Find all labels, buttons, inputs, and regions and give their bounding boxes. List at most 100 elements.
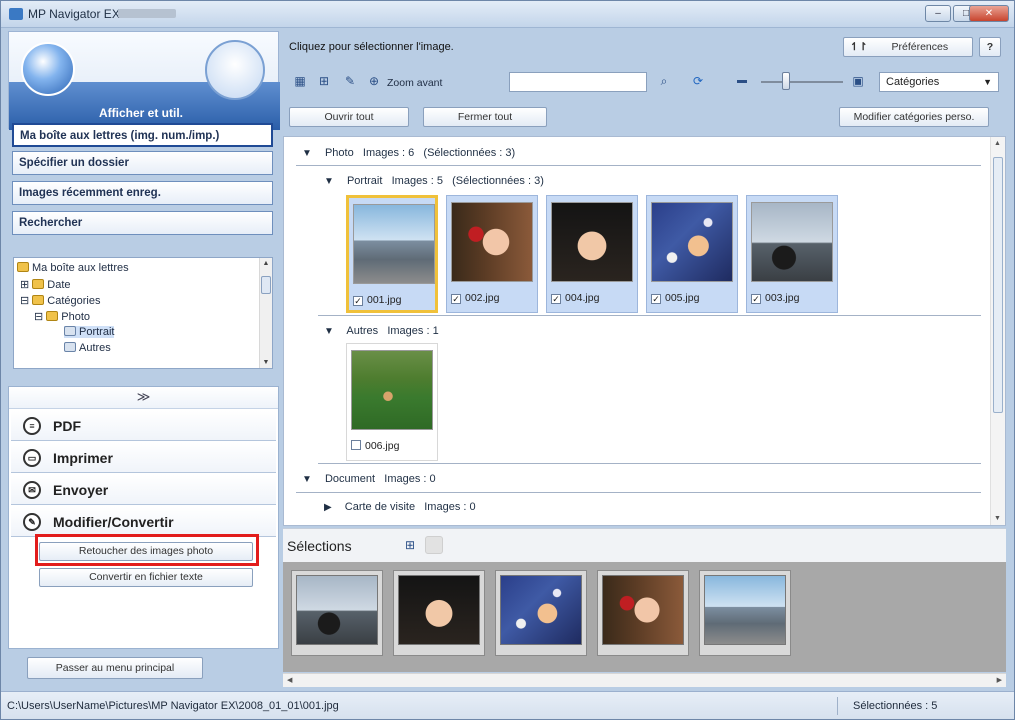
category-select[interactable]: Catégories ▼ bbox=[879, 72, 999, 92]
selection-thumbnail[interactable] bbox=[393, 570, 485, 656]
selection-image[interactable] bbox=[602, 575, 684, 645]
thumbnail-image[interactable] bbox=[351, 350, 433, 430]
tree-item-portrait[interactable]: Portrait bbox=[64, 326, 115, 338]
thumbnail-image[interactable] bbox=[551, 202, 633, 282]
thumbnail-checkbox[interactable] bbox=[351, 440, 361, 450]
thumbnail-filename: 006.jpg bbox=[365, 440, 400, 452]
thumbnail-card[interactable]: ✓ 004.jpg bbox=[546, 195, 638, 313]
main-menu-button[interactable]: Passer au menu principal bbox=[27, 657, 203, 679]
slider-handle[interactable] bbox=[782, 72, 790, 90]
thumbnail-card[interactable]: 006.jpg bbox=[346, 343, 438, 461]
nav-specify-folder[interactable]: Spécifier un dossier bbox=[12, 151, 273, 175]
monitor-icon[interactable] bbox=[205, 40, 265, 100]
nav-mailbox[interactable]: Ma boîte aux lettres (img. num./imp.) bbox=[12, 123, 273, 147]
close-button[interactable]: ✕ bbox=[969, 5, 1009, 22]
expand-triangle-icon[interactable]: ▼ bbox=[324, 176, 334, 187]
scroll-up-arrow-icon[interactable]: ▲ bbox=[994, 140, 1001, 147]
thumbnail-checkbox[interactable]: ✓ bbox=[451, 294, 461, 304]
thumbnail-checkbox[interactable]: ✓ bbox=[353, 296, 363, 306]
group-header-photo[interactable]: ▼ Photo Images : 6 (Sélectionnées : 3) bbox=[302, 147, 515, 159]
group-header-autres[interactable]: ▼ Autres Images : 1 bbox=[324, 325, 439, 337]
nav-search[interactable]: Rechercher bbox=[12, 211, 273, 235]
thumbnail-card[interactable]: ✓ 001.jpg bbox=[346, 195, 438, 313]
collapse-icon[interactable]: ⊟ bbox=[34, 311, 43, 323]
selections-scrollbar[interactable]: ◀ ▶ bbox=[283, 673, 1006, 687]
group-header-document[interactable]: ▼ Document Images : 0 bbox=[302, 473, 436, 485]
thumbnail-image[interactable] bbox=[353, 204, 435, 284]
large-thumbnail-icon[interactable]: ▣ bbox=[849, 72, 867, 90]
thumbnail-image[interactable] bbox=[751, 202, 833, 282]
tag-icon[interactable]: ✎ bbox=[341, 72, 359, 90]
modify-categories-button[interactable]: Modifier catégories perso. bbox=[839, 107, 989, 127]
selection-image[interactable] bbox=[398, 575, 480, 645]
scroll-thumb[interactable] bbox=[261, 276, 271, 294]
thumbnail-checkbox[interactable]: ✓ bbox=[551, 294, 561, 304]
expand-triangle-icon[interactable]: ▼ bbox=[324, 326, 334, 337]
photo-folder-icon bbox=[64, 326, 76, 336]
group-header-portrait[interactable]: ▼ Portrait Images : 5 (Sélectionnées : 3… bbox=[324, 175, 544, 187]
expand-triangle-icon[interactable]: ▼ bbox=[302, 148, 312, 159]
expand-icon[interactable]: ⊞ bbox=[20, 279, 29, 291]
list-view-icon[interactable] bbox=[425, 536, 443, 554]
thumbnail-image[interactable] bbox=[451, 202, 533, 282]
zoom-in-label[interactable]: Zoom avant bbox=[387, 77, 442, 89]
grid-view-icon[interactable]: ⊞ bbox=[401, 536, 419, 554]
collapse-icon[interactable]: ⊟ bbox=[20, 295, 29, 307]
selected-count: Sélectionnées : 5 bbox=[853, 700, 938, 712]
selection-thumbnail[interactable] bbox=[495, 570, 587, 656]
scroll-thumb[interactable] bbox=[993, 157, 1003, 413]
tree-item-autres[interactable]: Autres bbox=[64, 342, 111, 354]
help-button[interactable]: ? bbox=[979, 37, 1001, 57]
convert-to-text-button[interactable]: Convertir en fichier texte bbox=[39, 568, 253, 587]
zoom-in-icon[interactable]: ⊕ bbox=[365, 72, 383, 90]
edit-convert-button[interactable]: ✎ Modifier/Convertir bbox=[11, 507, 276, 537]
thumbnail-size-slider[interactable] bbox=[761, 81, 843, 83]
group-header-carte[interactable]: ▶ Carte de visite Images : 0 bbox=[324, 501, 476, 513]
tree-item-date[interactable]: ⊞ Date bbox=[20, 278, 71, 291]
thumbnail-checkbox[interactable]: ✓ bbox=[751, 294, 761, 304]
selection-image[interactable] bbox=[500, 575, 582, 645]
search-icon[interactable]: ⌕ bbox=[655, 72, 673, 90]
thumbnail-filename: 005.jpg bbox=[665, 292, 700, 304]
preferences-button[interactable]: ↿↾ Préférences bbox=[843, 37, 973, 57]
scroll-right-arrow-icon[interactable]: ▶ bbox=[997, 676, 1002, 684]
thumbnail-card[interactable]: ✓ 005.jpg bbox=[646, 195, 738, 313]
send-button[interactable]: ✉ Envoyer bbox=[11, 475, 276, 505]
divider bbox=[318, 463, 981, 464]
selection-image[interactable] bbox=[296, 575, 378, 645]
thumbnail-card[interactable]: ✓ 002.jpg bbox=[446, 195, 538, 313]
selection-thumbnail[interactable] bbox=[291, 570, 383, 656]
small-thumbnail-icon[interactable]: ▬ bbox=[733, 72, 751, 90]
scroll-up-arrow-icon[interactable]: ▲ bbox=[262, 260, 270, 267]
tree-scrollbar[interactable]: ▲ ▼ bbox=[259, 258, 272, 368]
selection-image[interactable] bbox=[704, 575, 786, 645]
close-all-button[interactable]: Fermer tout bbox=[423, 107, 547, 127]
print-button[interactable]: ▭ Imprimer bbox=[11, 443, 276, 473]
folder-tree[interactable]: Ma boîte aux lettres ⊞ Date ⊟ Catégories… bbox=[13, 257, 273, 369]
open-all-button[interactable]: Ouvrir tout bbox=[289, 107, 409, 127]
folder-icon bbox=[46, 311, 59, 321]
thumbnail-card[interactable]: ✓ 003.jpg bbox=[746, 195, 838, 313]
scroll-down-arrow-icon[interactable]: ▼ bbox=[262, 359, 270, 366]
search-input[interactable] bbox=[509, 72, 647, 92]
minimize-button[interactable]: – bbox=[925, 5, 951, 22]
selection-thumbnail[interactable] bbox=[597, 570, 689, 656]
selection-thumbnail[interactable] bbox=[699, 570, 791, 656]
thumbnail-checkbox[interactable]: ✓ bbox=[651, 294, 661, 304]
thumbnails-view-icon[interactable]: ▦ bbox=[291, 72, 309, 90]
tree-item-categories[interactable]: ⊟ Catégories bbox=[20, 294, 100, 307]
expand-triangle-icon[interactable]: ▼ bbox=[302, 474, 312, 485]
tree-item-mailbox[interactable]: Ma boîte aux lettres bbox=[17, 262, 129, 274]
scanner-icon[interactable] bbox=[21, 42, 75, 96]
grid-view-icon[interactable]: ⊞ bbox=[315, 72, 333, 90]
content-scrollbar[interactable]: ▲ ▼ bbox=[990, 137, 1005, 525]
scroll-down-arrow-icon[interactable]: ▼ bbox=[994, 515, 1001, 522]
pdf-button[interactable]: ≡ PDF bbox=[11, 411, 276, 441]
nav-recent-images[interactable]: Images récemment enreg. bbox=[12, 181, 273, 205]
thumbnail-image[interactable] bbox=[651, 202, 733, 282]
tree-item-photo[interactable]: ⊟ Photo bbox=[34, 310, 90, 323]
scroll-left-arrow-icon[interactable]: ◀ bbox=[287, 676, 292, 684]
refresh-icon[interactable]: ⟳ bbox=[689, 72, 707, 90]
collapse-chevron-icon[interactable]: ≫ bbox=[9, 387, 278, 409]
expand-triangle-icon[interactable]: ▶ bbox=[324, 502, 332, 513]
